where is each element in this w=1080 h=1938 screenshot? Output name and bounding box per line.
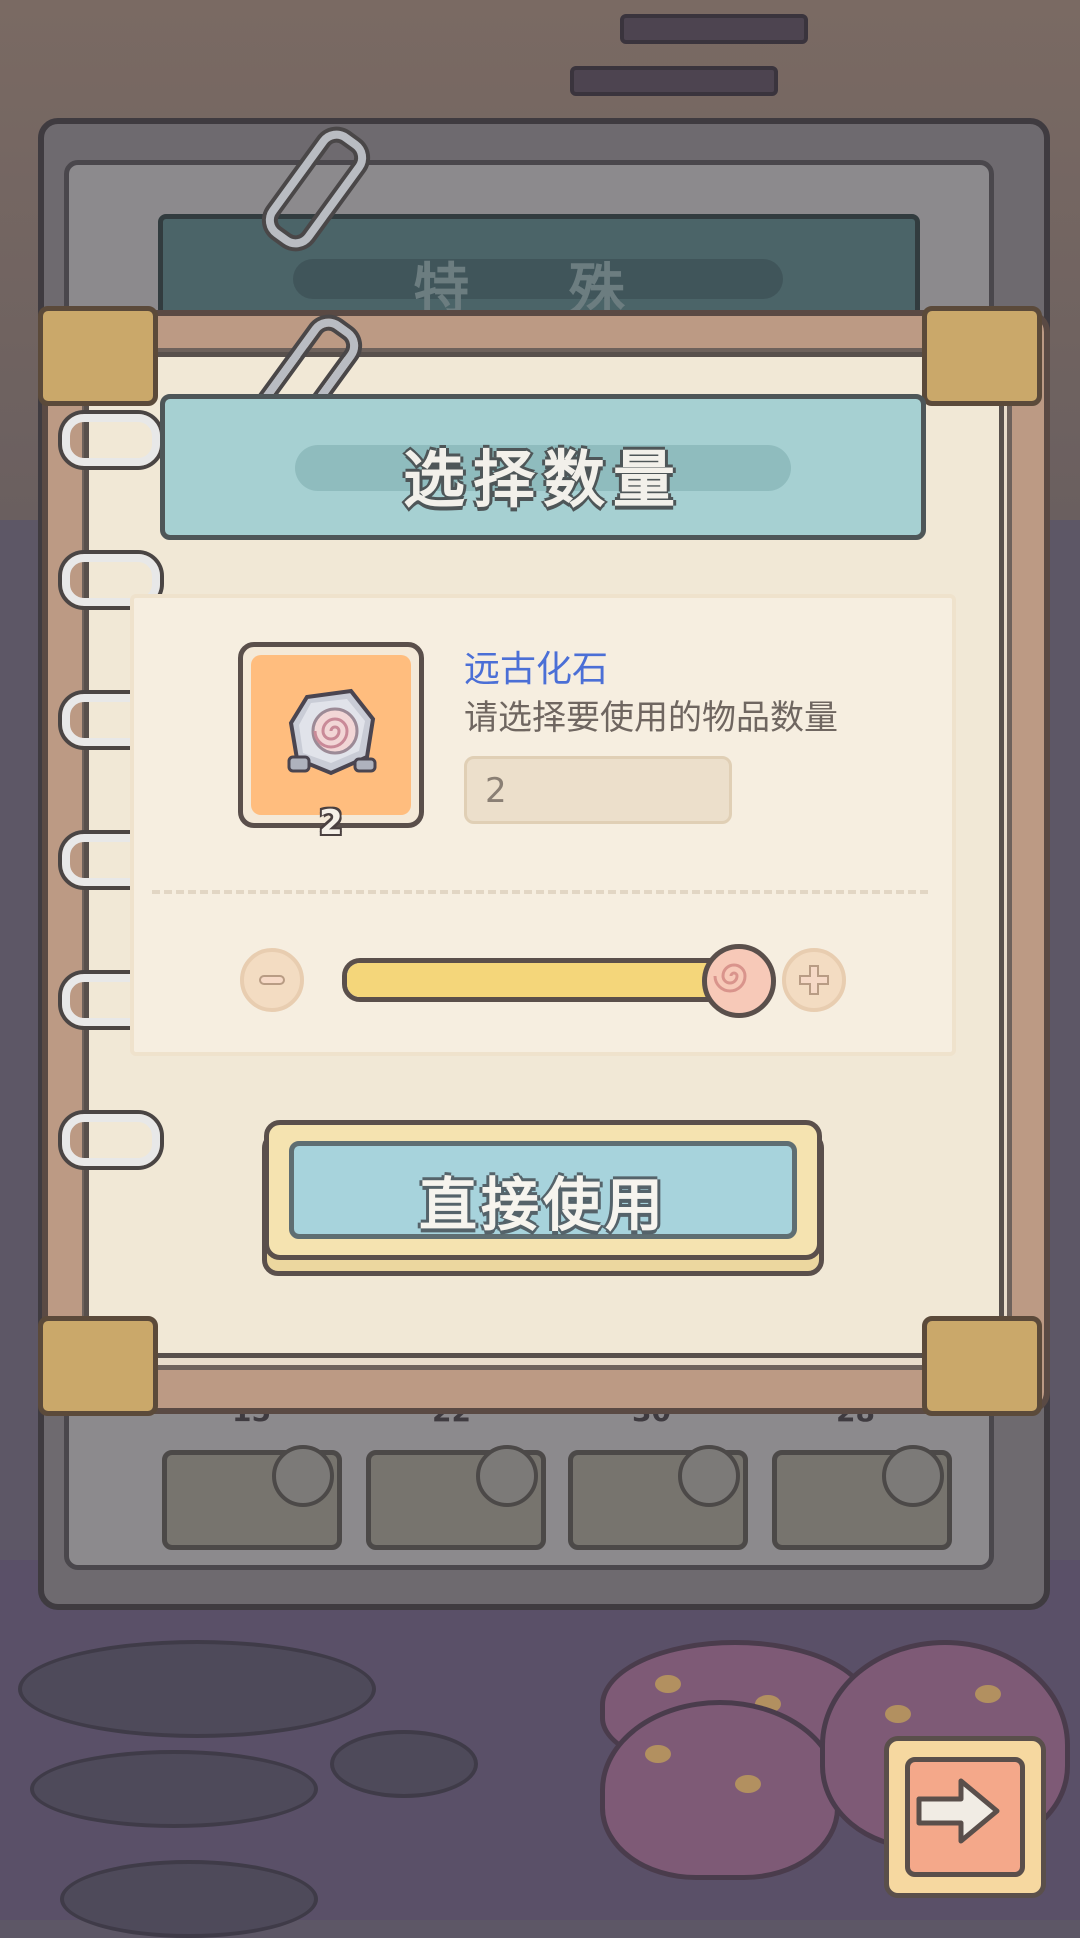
corner-bracket — [38, 306, 158, 406]
category-badge-icon — [272, 1445, 334, 1507]
divider — [152, 890, 928, 894]
quantity-prompt: 请选择要使用的物品数量 — [464, 698, 838, 738]
binder-ring — [62, 1114, 160, 1166]
quantity-input-value: 2 — [485, 771, 507, 811]
category-badge-icon — [678, 1445, 740, 1507]
use-directly-button[interactable]: 直接使用 — [264, 1120, 822, 1260]
background-rock — [330, 1730, 478, 1798]
quantity-slider-track[interactable] — [342, 958, 760, 1002]
use-directly-label: 直接使用 — [418, 1171, 667, 1239]
minus-icon — [259, 975, 285, 985]
corner-bracket — [922, 306, 1042, 406]
dialog-title: 选择数量 — [402, 443, 683, 516]
item-name: 远古化石 — [464, 649, 609, 690]
quantity-slider-fill — [347, 963, 755, 997]
category-badge-icon — [882, 1445, 944, 1507]
background-stair — [620, 14, 808, 44]
arrow-right-icon — [916, 1778, 1000, 1844]
background-rock — [30, 1750, 318, 1828]
background-mushroom — [600, 1700, 840, 1880]
quantity-input[interactable]: 2 — [464, 756, 732, 824]
item-icon-background — [251, 655, 411, 815]
spiral-shell-icon — [713, 963, 747, 993]
plus-icon — [799, 965, 829, 995]
increase-button[interactable] — [782, 948, 846, 1012]
category-badge-icon — [476, 1445, 538, 1507]
binder-ring — [62, 414, 160, 466]
quantity-slider-handle[interactable] — [702, 944, 776, 1018]
decrease-button[interactable] — [240, 948, 304, 1012]
dialog-header: 选择数量 — [160, 394, 926, 540]
background-stair — [570, 66, 778, 96]
item-slot: 2 — [238, 642, 424, 843]
background-rock — [18, 1640, 376, 1738]
corner-bracket — [922, 1316, 1042, 1416]
ancient-fossil-icon — [287, 688, 377, 776]
next-button[interactable] — [884, 1736, 1046, 1898]
background-rock — [60, 1860, 318, 1938]
corner-bracket — [38, 1316, 158, 1416]
item-owned-count: 2 — [319, 803, 343, 843]
